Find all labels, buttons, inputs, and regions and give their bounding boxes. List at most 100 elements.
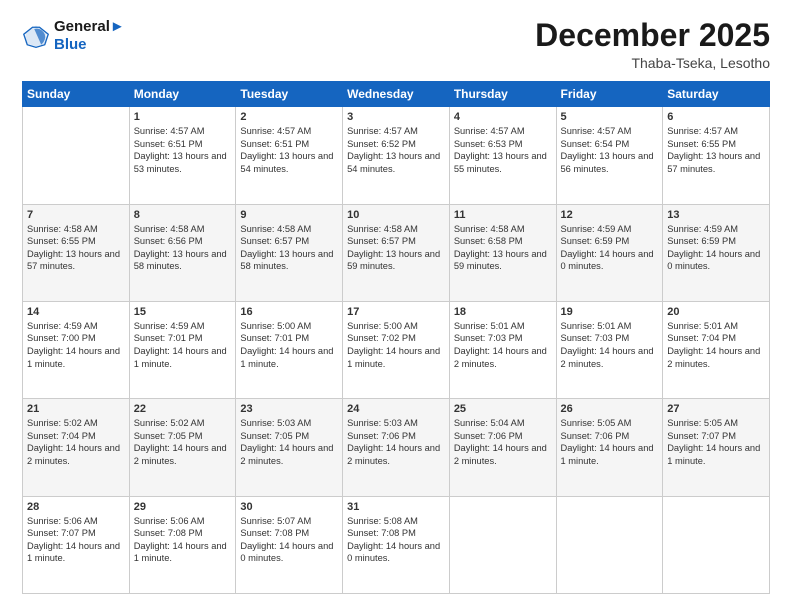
cell-w3-d5: 18 Sunrise: 5:01 AMSunset: 7:03 PMDayligh… [449, 301, 556, 398]
cell-info: Sunrise: 5:01 AMSunset: 7:04 PMDaylight:… [667, 320, 765, 370]
day-number: 10 [347, 209, 445, 221]
cell-w3-d6: 19 Sunrise: 5:01 AMSunset: 7:03 PMDayligh… [556, 301, 663, 398]
cell-w4-d3: 23 Sunrise: 5:03 AMSunset: 7:05 PMDayligh… [236, 399, 343, 496]
cell-w5-d2: 29Sunrise: 5:06 AMSunset: 7:08 PMDayligh… [129, 496, 236, 593]
day-number: 30 [240, 501, 338, 513]
cell-info: Sunrise: 5:02 AMSunset: 7:04 PMDaylight:… [27, 417, 125, 467]
cell-w5-d7 [663, 496, 770, 593]
day-number: 23 [240, 403, 338, 415]
day-number: 8 [134, 209, 232, 221]
day-number: 7 [27, 209, 125, 221]
day-number: 6 [667, 111, 765, 123]
cell-info: Sunrise: 5:05 AMSunset: 7:07 PMDaylight:… [667, 417, 765, 467]
cell-info: Sunrise: 5:06 AMSunset: 7:08 PMDaylight:… [134, 515, 232, 565]
cell-info: Sunrise: 5:03 AMSunset: 7:05 PMDaylight:… [240, 417, 338, 467]
week-row-3: 14 Sunrise: 4:59 AMSunset: 7:00 PMDayligh… [23, 301, 770, 398]
cell-w4-d7: 27 Sunrise: 5:05 AMSunset: 7:07 PMDayligh… [663, 399, 770, 496]
cell-info: Sunrise: 5:01 AMSunset: 7:03 PMDaylight:… [454, 320, 552, 370]
cell-info: Sunrise: 4:57 AMSunset: 6:55 PMDaylight:… [667, 125, 765, 175]
cell-w5-d6 [556, 496, 663, 593]
calendar-table: Sunday Monday Tuesday Wednesday Thursday… [22, 81, 770, 594]
cell-info: Sunrise: 4:58 AMSunset: 6:56 PMDaylight:… [134, 223, 232, 273]
cell-w2-d5: 11 Sunrise: 4:58 AMSunset: 6:58 PMDayligh… [449, 204, 556, 301]
cell-w1-d5: 4 Sunrise: 4:57 AMSunset: 6:53 PMDaylight… [449, 107, 556, 204]
cell-w4-d4: 24 Sunrise: 5:03 AMSunset: 7:06 PMDayligh… [343, 399, 450, 496]
cell-w3-d3: 16Sunrise: 5:00 AMSunset: 7:01 PMDayligh… [236, 301, 343, 398]
location: Thaba-Tseka, Lesotho [535, 55, 770, 71]
cell-info: Sunrise: 4:57 AMSunset: 6:52 PMDaylight:… [347, 125, 445, 175]
cell-w2-d4: 10 Sunrise: 4:58 AMSunset: 6:57 PMDayligh… [343, 204, 450, 301]
day-number: 27 [667, 403, 765, 415]
cell-info: Sunrise: 5:02 AMSunset: 7:05 PMDaylight:… [134, 417, 232, 467]
cell-info: Sunrise: 4:57 AMSunset: 6:53 PMDaylight:… [454, 125, 552, 175]
day-number: 9 [240, 209, 338, 221]
cell-info: Sunrise: 4:58 AMSunset: 6:55 PMDaylight:… [27, 223, 125, 273]
cell-info: Sunrise: 4:57 AMSunset: 6:54 PMDaylight:… [561, 125, 659, 175]
day-number: 17 [347, 306, 445, 318]
cell-w4-d1: 21 Sunrise: 5:02 AMSunset: 7:04 PMDayligh… [23, 399, 130, 496]
cell-info: Sunrise: 4:57 AMSunset: 6:51 PMDaylight:… [240, 125, 338, 175]
col-saturday: Saturday [663, 82, 770, 107]
cell-w3-d1: 14 Sunrise: 4:59 AMSunset: 7:00 PMDayligh… [23, 301, 130, 398]
header: General► Blue December 2025 Thaba-Tseka,… [22, 18, 770, 71]
col-friday: Friday [556, 82, 663, 107]
week-row-4: 21 Sunrise: 5:02 AMSunset: 7:04 PMDayligh… [23, 399, 770, 496]
cell-w3-d2: 15 Sunrise: 4:59 AMSunset: 7:01 PMDayligh… [129, 301, 236, 398]
cell-info: Sunrise: 5:01 AMSunset: 7:03 PMDaylight:… [561, 320, 659, 370]
day-number: 18 [454, 306, 552, 318]
day-number: 21 [27, 403, 125, 415]
cell-info: Sunrise: 5:00 AMSunset: 7:02 PMDaylight:… [347, 320, 445, 370]
cell-w1-d1 [23, 107, 130, 204]
day-number: 4 [454, 111, 552, 123]
cell-w4-d6: 26 Sunrise: 5:05 AMSunset: 7:06 PMDayligh… [556, 399, 663, 496]
day-number: 24 [347, 403, 445, 415]
cell-w2-d6: 12Sunrise: 4:59 AMSunset: 6:59 PMDayligh… [556, 204, 663, 301]
cell-info: Sunrise: 5:06 AMSunset: 7:07 PMDaylight:… [27, 515, 125, 565]
day-number: 13 [667, 209, 765, 221]
cell-info: Sunrise: 4:58 AMSunset: 6:57 PMDaylight:… [347, 223, 445, 273]
day-number: 20 [667, 306, 765, 318]
cell-w2-d3: 9 Sunrise: 4:58 AMSunset: 6:57 PMDaylight… [236, 204, 343, 301]
cell-w1-d3: 2 Sunrise: 4:57 AMSunset: 6:51 PMDaylight… [236, 107, 343, 204]
day-number: 25 [454, 403, 552, 415]
cell-w1-d6: 5 Sunrise: 4:57 AMSunset: 6:54 PMDaylight… [556, 107, 663, 204]
col-thursday: Thursday [449, 82, 556, 107]
day-number: 12 [561, 209, 659, 221]
cell-info: Sunrise: 4:59 AMSunset: 7:01 PMDaylight:… [134, 320, 232, 370]
cell-w5-d1: 28Sunrise: 5:06 AMSunset: 7:07 PMDayligh… [23, 496, 130, 593]
day-number: 26 [561, 403, 659, 415]
cell-w1-d7: 6 Sunrise: 4:57 AMSunset: 6:55 PMDaylight… [663, 107, 770, 204]
cell-w5-d4: 31Sunrise: 5:08 AMSunset: 7:08 PMDayligh… [343, 496, 450, 593]
cell-info: Sunrise: 4:58 AMSunset: 6:58 PMDaylight:… [454, 223, 552, 273]
cell-info: Sunrise: 5:07 AMSunset: 7:08 PMDaylight:… [240, 515, 338, 565]
cell-w2-d1: 7 Sunrise: 4:58 AMSunset: 6:55 PMDaylight… [23, 204, 130, 301]
logo-text: General► Blue [54, 18, 125, 54]
day-number: 1 [134, 111, 232, 123]
cell-info: Sunrise: 5:05 AMSunset: 7:06 PMDaylight:… [561, 417, 659, 467]
day-number: 3 [347, 111, 445, 123]
day-number: 11 [454, 209, 552, 221]
col-monday: Monday [129, 82, 236, 107]
cell-info: Sunrise: 4:59 AMSunset: 7:00 PMDaylight:… [27, 320, 125, 370]
header-row: Sunday Monday Tuesday Wednesday Thursday… [23, 82, 770, 107]
day-number: 5 [561, 111, 659, 123]
cell-info: Sunrise: 5:04 AMSunset: 7:06 PMDaylight:… [454, 417, 552, 467]
cell-w5-d5 [449, 496, 556, 593]
cell-w2-d7: 13Sunrise: 4:59 AMSunset: 6:59 PMDayligh… [663, 204, 770, 301]
cell-w2-d2: 8 Sunrise: 4:58 AMSunset: 6:56 PMDaylight… [129, 204, 236, 301]
title-block: December 2025 Thaba-Tseka, Lesotho [535, 18, 770, 71]
day-number: 14 [27, 306, 125, 318]
calendar-page: General► Blue December 2025 Thaba-Tseka,… [0, 0, 792, 612]
cell-w1-d2: 1 Sunrise: 4:57 AMSunset: 6:51 PMDaylight… [129, 107, 236, 204]
day-number: 31 [347, 501, 445, 513]
logo-icon [22, 22, 50, 50]
day-number: 15 [134, 306, 232, 318]
day-number: 2 [240, 111, 338, 123]
cell-info: Sunrise: 5:00 AMSunset: 7:01 PMDaylight:… [240, 320, 338, 370]
cell-info: Sunrise: 4:57 AMSunset: 6:51 PMDaylight:… [134, 125, 232, 175]
cell-w5-d3: 30 Sunrise: 5:07 AMSunset: 7:08 PMDayligh… [236, 496, 343, 593]
cell-info: Sunrise: 5:03 AMSunset: 7:06 PMDaylight:… [347, 417, 445, 467]
cell-info: Sunrise: 4:58 AMSunset: 6:57 PMDaylight:… [240, 223, 338, 273]
week-row-5: 28Sunrise: 5:06 AMSunset: 7:07 PMDayligh… [23, 496, 770, 593]
day-number: 19 [561, 306, 659, 318]
